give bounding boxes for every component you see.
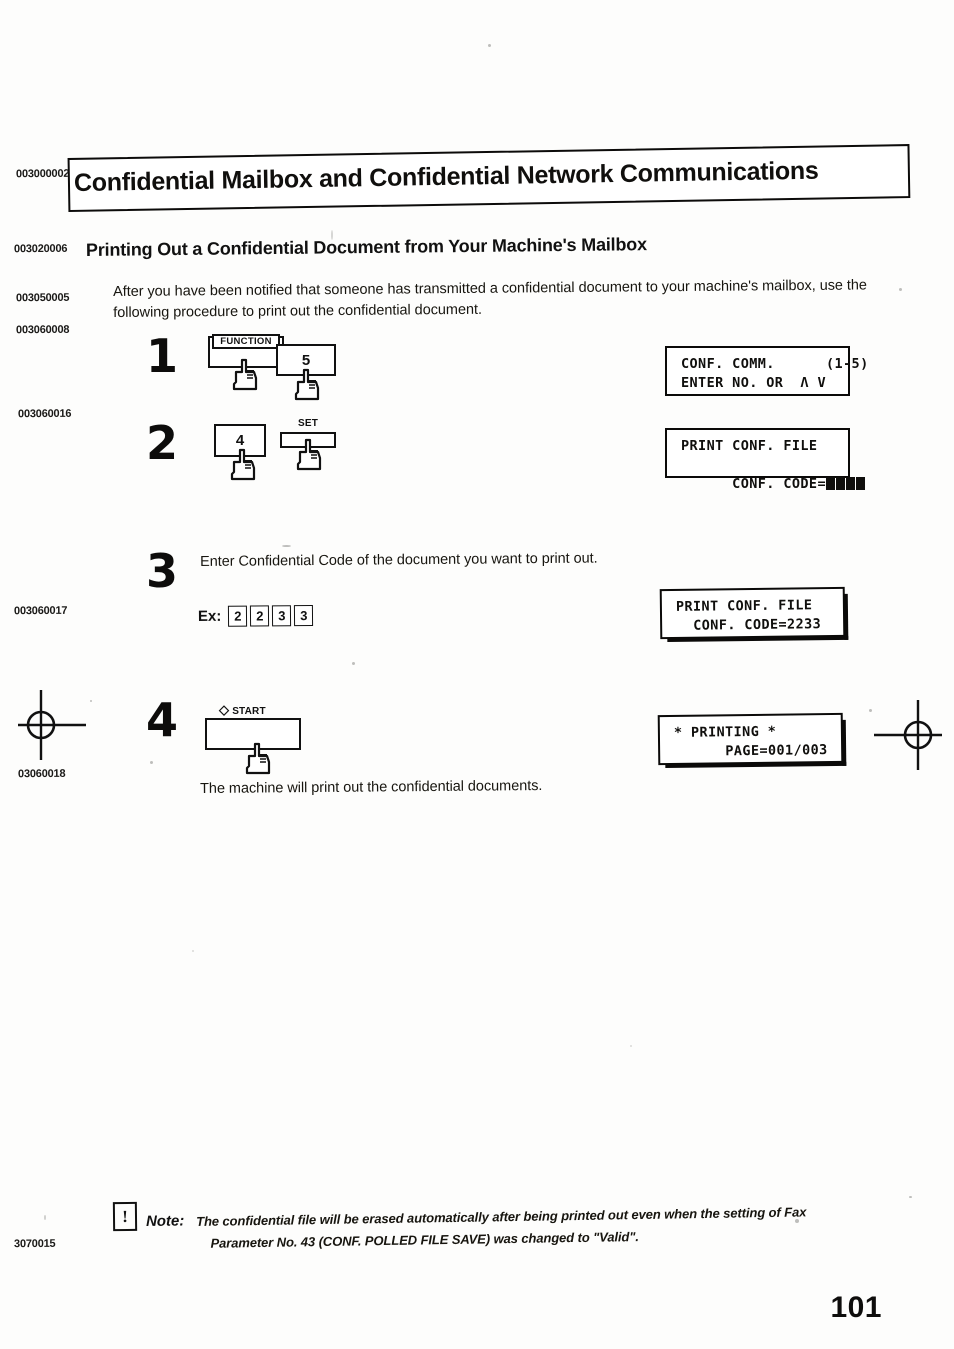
scan-speck [192, 950, 194, 952]
margin-code: 003060008 [15, 323, 70, 337]
start-key-text: START [232, 706, 266, 717]
lcd-line-1: PRINT CONF. FILE [675, 597, 813, 615]
function-key[interactable]: FUNCTION [208, 334, 285, 391]
scan-speck [44, 1215, 46, 1220]
scan-speck [282, 545, 291, 547]
registration-mark-left [8, 688, 88, 767]
example-code-row: Ex: 2 2 3 3 [197, 604, 314, 627]
lcd-line-1: * PRINTING * [673, 723, 777, 741]
numeric-key-4[interactable]: 4 [214, 424, 267, 481]
intro-paragraph: After you have been notified that someon… [113, 277, 867, 321]
lcd-display-step-3: PRINT CONF. FILE CONF. CODE=2233 [659, 586, 846, 640]
set-key-label: SET [297, 418, 319, 429]
pointing-hand-icon [230, 358, 264, 392]
margin-code: 3070015 [13, 1237, 56, 1251]
numeric-key-5[interactable]: 5 [276, 344, 337, 401]
lcd-display-step-1: CONF. COMM. (1-5) ENTER NO. OR Λ V [665, 346, 869, 399]
lcd-line-2: ENTER NO. OR Λ V [681, 375, 826, 391]
scan-speck [150, 761, 153, 764]
step-number-1: 1 [146, 329, 179, 383]
step-number-2: 2 [146, 416, 179, 470]
step-number-3: 3 [146, 544, 179, 598]
lcd-line-1: CONF. COMM. (1-5) [681, 356, 869, 372]
lcd-line-2: CONF. CODE=2233 [676, 616, 822, 634]
margin-code: 003060016 [17, 407, 72, 421]
example-digit: 2 [228, 605, 248, 627]
cursor-block [826, 477, 835, 490]
scan-speck [90, 700, 92, 702]
example-digit: 3 [272, 605, 292, 627]
scan-speck [630, 1045, 632, 1047]
lcd-line-1: PRINT CONF. FILE [681, 438, 818, 454]
pointing-hand-icon [228, 448, 262, 482]
function-key-label: FUNCTION [212, 334, 280, 349]
cursor-block [856, 477, 865, 490]
scan-speck [899, 288, 902, 291]
pointing-hand-icon [243, 742, 277, 776]
pointing-hand-icon [292, 368, 326, 402]
lcd-line-2: CONF. CODE= [681, 456, 865, 513]
note-label: Note: [145, 1212, 185, 1230]
lcd-display-step-4: * PRINTING * PAGE=001/003 [657, 712, 844, 766]
page-number: 101 [830, 1291, 882, 1324]
cursor-block [836, 477, 845, 490]
lcd-display-step-2: PRINT CONF. FILE CONF. CODE= [665, 428, 865, 492]
diamond-icon: ◇ [219, 702, 230, 717]
start-key[interactable]: ◇ START [205, 702, 302, 775]
set-key[interactable]: SET [280, 418, 337, 471]
margin-code: 003050005 [15, 291, 70, 305]
scan-speck [352, 662, 355, 665]
margin-code: 003000002 [15, 167, 70, 181]
warning-icon: ! [112, 1201, 138, 1232]
margin-code: 003020006 [13, 242, 68, 256]
margin-code: 03060018 [17, 767, 66, 781]
step-4-text: The machine will print out the confident… [200, 778, 543, 797]
example-digit: 3 [294, 604, 314, 627]
example-digit: 2 [250, 605, 270, 627]
scan-speck [488, 44, 491, 47]
lcd-line-2: PAGE=001/003 [674, 742, 828, 760]
cursor-block [846, 477, 855, 490]
pointing-hand-icon [294, 438, 328, 472]
scan-speck [909, 1196, 912, 1198]
example-label: Ex: [197, 607, 222, 625]
registration-mark-right [872, 698, 952, 777]
step-3-text: Enter Confidential Code of the document … [200, 550, 598, 570]
lcd-code-prefix: CONF. CODE= [715, 476, 826, 492]
start-key-label: ◇ START [219, 702, 309, 718]
step-number-4: 4 [146, 693, 179, 747]
margin-code: 003060017 [13, 604, 68, 618]
